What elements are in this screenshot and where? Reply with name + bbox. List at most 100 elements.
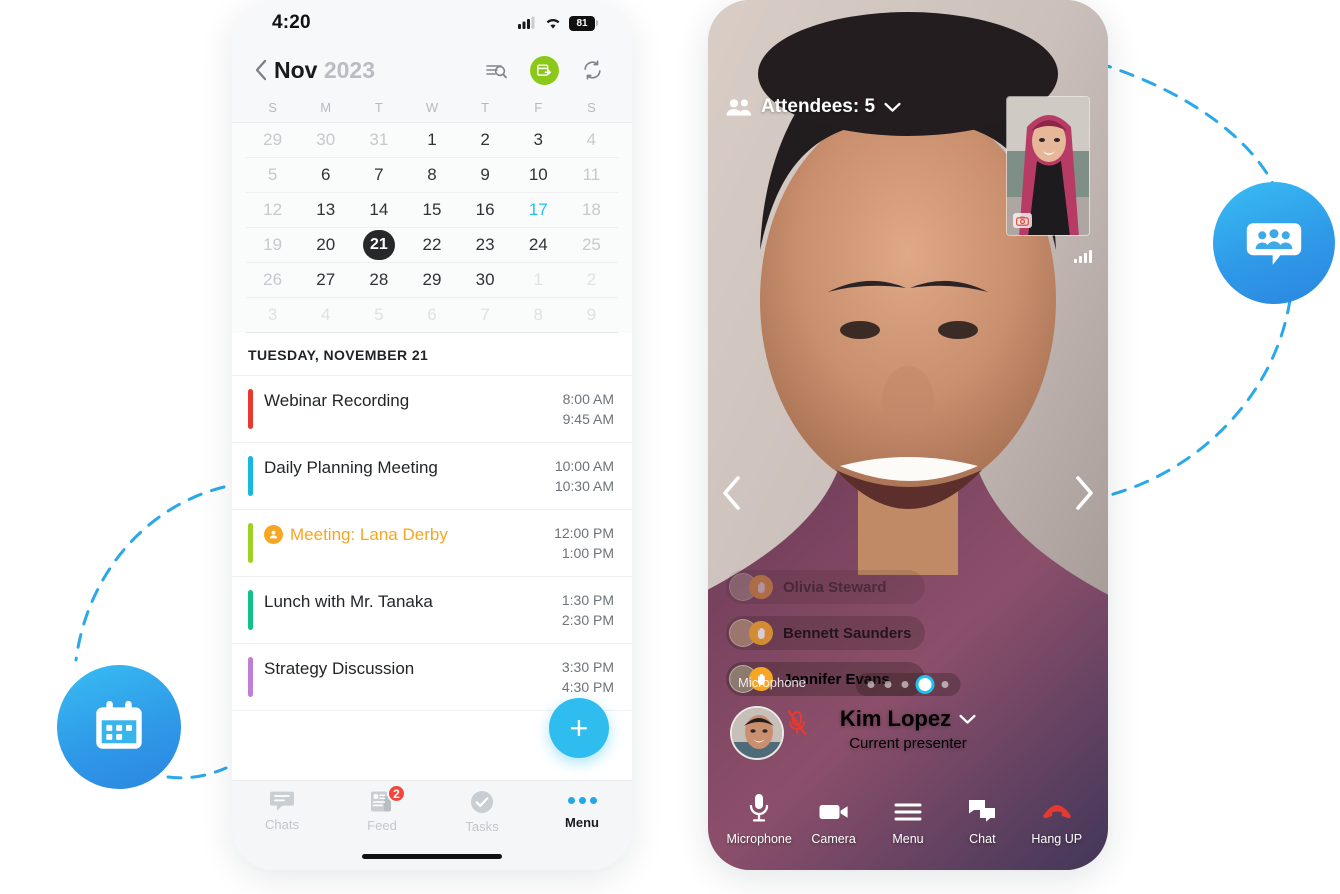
event-row[interactable]: Lunch with Mr. Tanaka 1:30 PM 2:30 PM xyxy=(232,577,632,644)
calendar-day-19[interactable]: 19 xyxy=(246,235,299,255)
pager-dot[interactable] xyxy=(941,681,949,688)
pager-dot[interactable] xyxy=(901,681,909,688)
raised-hand-row[interactable]: Bennett Saunders xyxy=(726,616,926,650)
calendar-badge[interactable] xyxy=(57,665,181,789)
page-title[interactable]: Nov 2023 xyxy=(274,57,375,84)
calendar-day-15[interactable]: 15 xyxy=(405,200,458,220)
calendar-day-12[interactable]: 12 xyxy=(246,200,299,220)
tab-feed[interactable]: 2 Feed xyxy=(332,784,432,833)
control-label: Microphone xyxy=(726,832,792,846)
calendar-day-9[interactable]: 9 xyxy=(565,305,618,325)
calendar-day-26[interactable]: 26 xyxy=(246,270,299,290)
calendar-day-13[interactable]: 13 xyxy=(299,200,352,220)
calendar-day-10[interactable]: 10 xyxy=(512,165,565,185)
raised-hand-row[interactable]: Olivia Steward xyxy=(726,570,926,604)
calendar-day-25[interactable]: 25 xyxy=(565,235,618,255)
battery-level: 81 xyxy=(569,15,595,31)
pip-camera-button[interactable] xyxy=(1013,213,1032,228)
calendar-week-row: 19 20 21 22 23 24 25 xyxy=(246,228,618,263)
weekday-header: S M T W T F S xyxy=(232,94,632,123)
bottom-tab-bar: Chats 2 Feed Tasks Menu xyxy=(232,780,632,870)
calendar-week-row: 3456789 xyxy=(246,298,618,333)
tab-tasks[interactable]: Tasks xyxy=(432,790,532,834)
calendar-day-3[interactable]: 3 xyxy=(512,130,565,150)
event-list: Webinar Recording 8:00 AM 9:45 AM Daily Pla… xyxy=(232,376,632,711)
calendar-day-30[interactable]: 30 xyxy=(459,270,512,290)
calendar-day-31[interactable]: 31 xyxy=(352,130,405,150)
calendar-day-8[interactable]: 8 xyxy=(405,165,458,185)
calendar-day-3[interactable]: 3 xyxy=(246,305,299,325)
event-times: 8:00 AM 9:45 AM xyxy=(553,389,614,429)
calendar-day-9[interactable]: 9 xyxy=(459,165,512,185)
calendar-day-2[interactable]: 2 xyxy=(565,270,618,290)
participant-pager[interactable] xyxy=(855,673,961,696)
calendar-day-11[interactable]: 11 xyxy=(565,165,618,185)
calendar-day-7[interactable]: 7 xyxy=(459,305,512,325)
event-row[interactable]: Meeting: Lana Derby 12:00 PM 1:00 PM xyxy=(232,510,632,577)
calendar-day-8[interactable]: 8 xyxy=(512,305,565,325)
hangup-button[interactable]: Hang UP xyxy=(1020,801,1094,846)
event-times: 10:00 AM 10:30 AM xyxy=(545,456,614,496)
calendar-week-row: 26 27 28 29 30 1 2 xyxy=(246,263,618,298)
calendar-day-28[interactable]: 28 xyxy=(352,270,405,290)
calendar-day-1[interactable]: 1 xyxy=(405,130,458,150)
raised-hand-icon xyxy=(749,575,773,599)
calendar-day-6[interactable]: 6 xyxy=(405,305,458,325)
presenter-info[interactable]: Kim Lopez Current presenter xyxy=(708,706,1108,752)
person-badge-icon xyxy=(264,525,283,544)
calendar-day-27[interactable]: 27 xyxy=(299,270,352,290)
event-row[interactable]: Webinar Recording 8:00 AM 9:45 AM xyxy=(232,376,632,443)
calendar-day-1[interactable]: 1 xyxy=(512,270,565,290)
wifi-icon xyxy=(546,19,560,29)
event-list-section: TUESDAY, NOVEMBER 21 Webinar Recording 8:… xyxy=(232,333,632,780)
calendar-day-29[interactable]: 29 xyxy=(405,270,458,290)
calendar-day-21[interactable]: 21 xyxy=(352,230,405,260)
camera-button[interactable]: Camera xyxy=(797,801,871,846)
group-chat-badge[interactable] xyxy=(1213,182,1335,304)
calendar-day-2[interactable]: 2 xyxy=(459,130,512,150)
calendar-day-5[interactable]: 5 xyxy=(246,165,299,185)
calendar-icon xyxy=(96,700,142,749)
control-label: Hang UP xyxy=(1031,832,1083,846)
calendar-day-29[interactable]: 29 xyxy=(246,130,299,150)
calendar-day-22[interactable]: 22 xyxy=(405,235,458,255)
pager-dot[interactable] xyxy=(884,681,892,688)
next-participant-button[interactable] xyxy=(1072,474,1096,512)
filter-search-icon[interactable] xyxy=(484,59,508,81)
tab-chats[interactable]: Chats xyxy=(232,790,332,832)
chat-button[interactable]: Chat xyxy=(945,799,1019,846)
calendar-day-20[interactable]: 20 xyxy=(299,235,352,255)
calendar-day-17[interactable]: 17 xyxy=(512,200,565,220)
calendar-day-18[interactable]: 18 xyxy=(565,200,618,220)
attendees-label: Attendees: 5 xyxy=(761,96,876,117)
calendar-day-4[interactable]: 4 xyxy=(299,305,352,325)
menu-button[interactable]: Menu xyxy=(871,801,945,846)
calendar-day-7[interactable]: 7 xyxy=(352,165,405,185)
calendar-share-button[interactable] xyxy=(530,55,559,85)
calendar-day-16[interactable]: 16 xyxy=(459,200,512,220)
tab-menu[interactable]: Menu xyxy=(532,790,632,830)
add-event-fab[interactable]: + xyxy=(549,698,609,758)
microphone-button[interactable]: Microphone xyxy=(722,793,796,846)
calendar-day-6[interactable]: 6 xyxy=(299,165,352,185)
event-list-date-header: TUESDAY, NOVEMBER 21 xyxy=(232,333,632,376)
prev-participant-button[interactable] xyxy=(720,474,744,512)
calendar-share-icon xyxy=(537,63,552,76)
calendar-day-23[interactable]: 23 xyxy=(459,235,512,255)
pager-dot[interactable] xyxy=(867,681,875,688)
calendar-day-14[interactable]: 14 xyxy=(352,200,405,220)
calendar-day-4[interactable]: 4 xyxy=(565,130,618,150)
calendar-day-24[interactable]: 24 xyxy=(512,235,565,255)
event-row[interactable]: Daily Planning Meeting 10:00 AM 10:30 AM xyxy=(232,443,632,510)
pager-dot[interactable] xyxy=(918,678,932,691)
event-end-time: 10:30 AM xyxy=(554,478,614,494)
sync-icon[interactable] xyxy=(581,59,604,81)
calendar-day-5[interactable]: 5 xyxy=(352,305,405,325)
chat-icon xyxy=(969,800,996,822)
self-view-pip[interactable] xyxy=(1006,96,1090,236)
chevron-right-icon xyxy=(1076,476,1093,510)
chevron-left-icon[interactable] xyxy=(254,59,268,81)
tab-label: Feed xyxy=(367,818,397,833)
attendees-control[interactable]: Attendees: 5 xyxy=(726,96,901,118)
calendar-day-30[interactable]: 30 xyxy=(299,130,352,150)
